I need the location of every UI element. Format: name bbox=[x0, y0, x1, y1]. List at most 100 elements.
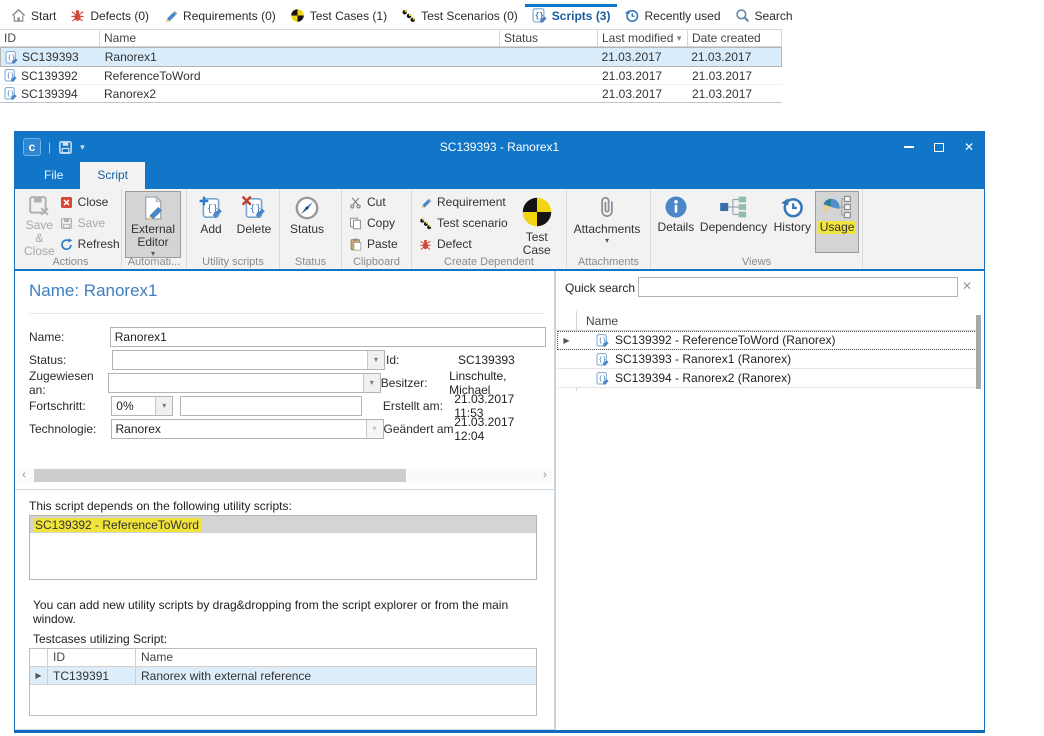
status-select[interactable]: ▾ bbox=[112, 350, 385, 370]
tab-recently-used[interactable]: Recently used bbox=[617, 4, 727, 29]
ribbon-tab-script[interactable]: Script bbox=[80, 162, 145, 189]
add-utility-script-button[interactable]: Add bbox=[190, 191, 232, 253]
cut-button[interactable]: Cut bbox=[345, 192, 402, 212]
progress-extra-input[interactable] bbox=[180, 396, 362, 416]
script-icon bbox=[596, 334, 609, 347]
tree-name-column-header[interactable]: Name bbox=[586, 314, 618, 328]
vertical-scrollbar-thumb[interactable] bbox=[976, 315, 981, 389]
grid-header-status[interactable]: Status bbox=[500, 30, 598, 46]
tab-scripts-label: Scripts (3) bbox=[552, 9, 611, 23]
create-defect-button[interactable]: Defect bbox=[415, 234, 512, 254]
technology-select[interactable]: Ranorex ▾ bbox=[111, 419, 384, 439]
grid-row-sc139393[interactable]: SC139393 Ranorex1 21.03.2017 21.03.2017 bbox=[0, 47, 782, 67]
name-input[interactable] bbox=[110, 327, 546, 347]
testcase-row-tc139391[interactable]: ▶ TC139391 Ranorex with external referen… bbox=[30, 667, 536, 685]
close-script-button[interactable]: Close bbox=[56, 192, 124, 212]
bug-icon bbox=[70, 8, 85, 23]
external-editor-button[interactable]: External Editor ▾ bbox=[125, 191, 181, 258]
grid-header-last-modified[interactable]: Last modified ▼ bbox=[598, 30, 688, 46]
group-label-attachments: Attachments bbox=[567, 256, 650, 268]
history-view-button[interactable]: History bbox=[769, 191, 815, 253]
details-view-button[interactable]: Details bbox=[654, 191, 698, 253]
tab-start[interactable]: Start bbox=[4, 4, 63, 29]
tab-defects[interactable]: Defects (0) bbox=[63, 4, 156, 29]
create-test-scenario-button[interactable]: Test scenario bbox=[415, 213, 512, 233]
group-label-clipboard: Clipboard bbox=[342, 256, 411, 268]
quick-search-input[interactable] bbox=[638, 277, 958, 297]
grid-row-sc139392[interactable]: SC139392 ReferenceToWord 21.03.2017 21.0… bbox=[0, 67, 782, 85]
tab-requirements[interactable]: Requirements (0) bbox=[156, 4, 283, 29]
save-icon[interactable] bbox=[58, 140, 73, 155]
minimize-button[interactable] bbox=[894, 132, 924, 162]
cell-id: SC139394 bbox=[21, 87, 78, 101]
grid-header-name[interactable]: Name bbox=[100, 30, 500, 46]
cell-last-modified: 21.03.2017 bbox=[601, 50, 661, 64]
row-marker-icon: ▶ bbox=[557, 336, 576, 345]
scrollbar-thumb[interactable] bbox=[34, 469, 406, 482]
tab-test-cases-label: Test Cases (1) bbox=[310, 9, 387, 23]
progress-select[interactable]: 0% ▾ bbox=[111, 396, 173, 416]
paperclip-icon bbox=[594, 195, 620, 221]
tree-header bbox=[556, 311, 976, 331]
cell-id: SC139392 bbox=[21, 69, 78, 83]
copy-button[interactable]: Copy bbox=[345, 213, 402, 233]
clear-search-icon[interactable]: ✕ bbox=[962, 279, 972, 293]
assigned-select[interactable]: ▾ bbox=[108, 373, 381, 393]
copy-icon bbox=[349, 217, 362, 230]
tree-item-sc139392[interactable]: ▶ SC139392 - ReferenceToWord (Ranorex) bbox=[557, 331, 977, 350]
ribbon-group-utility-scripts: Add Delete Utility scripts bbox=[187, 189, 280, 269]
app-logo-icon[interactable]: c bbox=[23, 138, 41, 156]
sort-desc-icon[interactable]: ▼ bbox=[675, 34, 683, 43]
attachments-button[interactable]: Attachments ▾ bbox=[570, 191, 644, 253]
create-requirement-button[interactable]: Requirement bbox=[415, 192, 512, 212]
delete-utility-script-button[interactable]: Delete bbox=[232, 191, 276, 253]
refresh-button[interactable]: Refresh bbox=[56, 234, 124, 254]
scrollbar-track[interactable] bbox=[31, 468, 538, 483]
qat-dropdown-icon[interactable]: ▾ bbox=[80, 142, 85, 153]
grid-header-date-created[interactable]: Date created bbox=[688, 30, 782, 46]
form-row-technology: Technologie: Ranorex ▾ Geändert am 21.03… bbox=[29, 417, 546, 440]
save-and-close-button[interactable]: Save & Close bbox=[23, 191, 56, 259]
paste-button[interactable]: Paste bbox=[345, 234, 402, 254]
tab-test-scenarios[interactable]: Test Scenarios (0) bbox=[394, 4, 525, 29]
tab-search[interactable]: Search bbox=[728, 4, 800, 29]
scroll-right-icon[interactable]: › bbox=[538, 468, 552, 483]
tab-test-cases[interactable]: Test Cases (1) bbox=[283, 4, 394, 29]
title-bar[interactable]: c | ▾ SC139393 - Ranorex1 ✕ bbox=[15, 132, 984, 162]
tree-item-label: SC139392 - ReferenceToWord (Ranorex) bbox=[615, 333, 836, 347]
tree-item-sc139394[interactable]: SC139394 - Ranorex2 (Ranorex) bbox=[557, 369, 977, 388]
cell-date-created: 21.03.2017 bbox=[691, 50, 751, 64]
create-test-case-button[interactable]: Test Case bbox=[512, 191, 562, 258]
maximize-icon bbox=[934, 143, 944, 152]
details-header: Name: Ranorex1 bbox=[29, 281, 544, 314]
ribbon-group-attachments: Attachments ▾ Attachments bbox=[567, 189, 651, 269]
grid-row-sc139394[interactable]: SC139394 Ranorex2 21.03.2017 21.03.2017 bbox=[0, 85, 782, 103]
group-label-status: Status bbox=[280, 256, 341, 268]
depends-item[interactable]: SC139392 - ReferenceToWord bbox=[30, 516, 536, 533]
scroll-left-icon[interactable]: ‹ bbox=[17, 468, 31, 483]
depends-item-label: SC139392 - ReferenceToWord bbox=[33, 518, 201, 532]
quick-search-label: Quick search bbox=[565, 281, 635, 295]
group-label-utility-scripts: Utility scripts bbox=[187, 256, 279, 268]
ribbon-tab-bar: File Script bbox=[15, 162, 984, 189]
save-button[interactable]: Save bbox=[56, 213, 124, 233]
close-button[interactable]: ✕ bbox=[954, 132, 984, 162]
status-compass-icon bbox=[294, 195, 320, 221]
testcases-caption: Testcases utilizing Script: bbox=[33, 632, 167, 646]
quick-search-row: Quick search ✕ bbox=[556, 276, 984, 300]
horizontal-scrollbar[interactable]: ‹ › bbox=[17, 468, 552, 483]
cell-last-modified: 21.03.2017 bbox=[602, 69, 662, 83]
ribbon-tab-file[interactable]: File bbox=[27, 162, 80, 189]
testcases-header-row: ID Name bbox=[30, 649, 536, 667]
maximize-button[interactable] bbox=[924, 132, 954, 162]
status-button[interactable]: Status bbox=[283, 191, 331, 253]
tree-item-sc139393[interactable]: SC139393 - Ranorex1 (Ranorex) bbox=[557, 350, 977, 369]
usage-view-button[interactable]: Usage bbox=[815, 191, 859, 253]
window-controls: ✕ bbox=[894, 132, 984, 162]
testcase-name: Ranorex with external reference bbox=[136, 667, 536, 684]
grid-header-id[interactable]: ID bbox=[0, 30, 100, 46]
testcases-header-id[interactable]: ID bbox=[48, 649, 136, 666]
testcases-header-name[interactable]: Name bbox=[136, 649, 536, 666]
dependency-view-button[interactable]: Dependency bbox=[698, 191, 770, 253]
tab-scripts[interactable]: Scripts (3) bbox=[525, 4, 618, 29]
